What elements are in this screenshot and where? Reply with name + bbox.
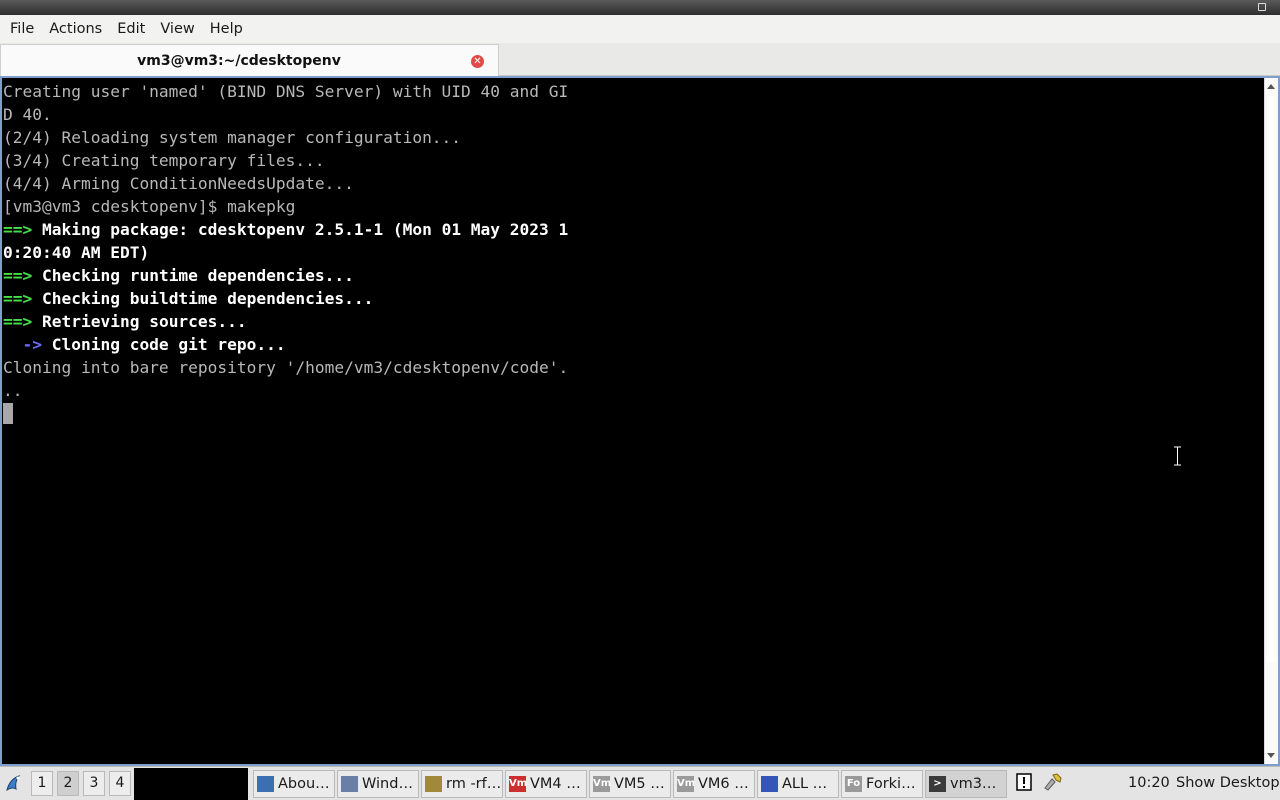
terminal-output: Creating user 'named' (BIND DNS Server) …: [3, 80, 1265, 425]
terminal-cursor-line: [3, 402, 1265, 425]
network-icon: [761, 776, 778, 792]
terminal-text: (2/4) Reloading system manager configura…: [3, 128, 462, 147]
workspace-3[interactable]: 3: [83, 771, 105, 796]
terminal-text: Making package: cdesktopenv 2.5.1-1 (Mon…: [32, 220, 569, 239]
terminal-line: 0:20:40 AM EDT): [3, 241, 1265, 264]
text-cursor-icon: [1174, 446, 1181, 466]
terminal-line: -> Cloning code git repo...: [3, 333, 1265, 356]
taskbar-task-label: VM6 …: [698, 776, 749, 792]
taskbar-task-label: ALL …: [782, 776, 828, 792]
terminal-line: ==> Making package: cdesktopenv 2.5.1-1 …: [3, 218, 1265, 241]
close-icon[interactable]: ✕: [471, 55, 484, 68]
terminal-line: ==> Checking runtime dependencies...: [3, 264, 1265, 287]
clock[interactable]: 10:20: [1128, 767, 1170, 799]
terminal-line: (4/4) Arming ConditionNeedsUpdate...: [3, 172, 1265, 195]
taskbar-task-label: rm -rf…: [446, 776, 502, 792]
terminal-line: [vm3@vm3 cdesktopenv]$ makepkg: [3, 195, 1265, 218]
taskbar-task-button[interactable]: Vm VM5 …: [589, 770, 671, 798]
taskbar-task-label: Abou…: [278, 776, 330, 792]
window-icon: [341, 776, 358, 792]
taskbar-task-label: Wind…: [362, 776, 413, 792]
taskbar-task-button[interactable]: Vm VM6 …: [673, 770, 755, 798]
notification-icon[interactable]: [1015, 771, 1033, 793]
vm-icon: Vm: [677, 776, 695, 792]
bird-icon: [257, 776, 274, 792]
terminal-text: 0:20:40 AM EDT): [3, 243, 150, 262]
workspace-2[interactable]: 2: [57, 771, 79, 796]
terminal-arrow: ==>: [3, 312, 33, 331]
terminal-text: Cloning code git repo...: [41, 335, 286, 354]
workspace-4[interactable]: 4: [109, 771, 131, 796]
terminal-line: (3/4) Creating temporary files...: [3, 149, 1265, 172]
tab-terminal[interactable]: vm3@vm3:~/cdesktopenv ✕: [0, 44, 499, 76]
terminal-icon: >: [929, 776, 946, 792]
tab-title: vm3@vm3:~/cdesktopenv: [137, 53, 341, 69]
window-top-strip: [0, 0, 1280, 15]
terminal-arrow: ==>: [3, 266, 33, 285]
tab-bar: vm3@vm3:~/cdesktopenv ✕: [0, 43, 1280, 76]
terminal-line: ==> Retrieving sources...: [3, 310, 1265, 333]
taskbar-task-button[interactable]: ALL …: [757, 770, 839, 798]
workspace-pager-preview[interactable]: [134, 768, 248, 800]
terminal-arrow: ->: [3, 335, 42, 354]
terminal-text: Checking buildtime dependencies...: [32, 289, 374, 308]
terminal-line: (2/4) Reloading system manager configura…: [3, 126, 1265, 149]
taskbar-task-button[interactable]: Vm VM4 …: [505, 770, 587, 798]
taskbar-task-button[interactable]: Wind…: [337, 770, 419, 798]
menu-edit[interactable]: Edit: [112, 15, 150, 43]
menubar: File Actions Edit View Help: [0, 15, 1280, 43]
taskbar-task-label: VM4 …: [530, 776, 581, 792]
fo-icon: Fo: [845, 776, 862, 792]
terminal-text: Cloning into bare repository '/home/vm3/…: [3, 358, 569, 377]
workspace-1[interactable]: 1: [31, 771, 53, 796]
vm-icon: Vm: [509, 776, 527, 792]
scroll-thumb[interactable]: [1267, 96, 1275, 662]
terminal-scrollbar[interactable]: [1264, 78, 1278, 764]
menu-view[interactable]: View: [155, 15, 199, 43]
taskbar-task-label: Forki…: [866, 776, 916, 792]
terminal-text: ..: [3, 381, 23, 400]
terminal-line: Cloning into bare repository '/home/vm3/…: [3, 356, 1265, 379]
app-menu-icon[interactable]: [3, 772, 25, 794]
terminal-line: D 40.: [3, 103, 1265, 126]
terminal-text: Retrieving sources...: [32, 312, 247, 331]
terminal-line: ..: [3, 379, 1265, 402]
taskbar-task-button[interactable]: Fo Forki…: [841, 770, 923, 798]
terminal-text: [vm3@vm3 cdesktopenv]$ makepkg: [3, 197, 296, 216]
terminal-text: D 40.: [3, 105, 52, 124]
terminal-line: ==> Checking buildtime dependencies...: [3, 287, 1265, 310]
terminal-text: Checking runtime dependencies...: [32, 266, 354, 285]
update-tool-icon[interactable]: [1042, 771, 1064, 793]
terminal-text: Creating user 'named' (BIND DNS Server) …: [3, 82, 569, 101]
menu-actions[interactable]: Actions: [44, 15, 107, 43]
terminal-arrow: ==>: [3, 220, 33, 239]
scroll-up-icon[interactable]: [1267, 84, 1275, 89]
terminal-view[interactable]: Creating user 'named' (BIND DNS Server) …: [0, 76, 1280, 766]
menu-help[interactable]: Help: [205, 15, 248, 43]
taskbar-task-button[interactable]: rm -rf…: [421, 770, 503, 798]
taskbar-task-label: VM5 …: [614, 776, 665, 792]
show-desktop-button[interactable]: Show Desktop: [1176, 767, 1280, 799]
terminal-line: Creating user 'named' (BIND DNS Server) …: [3, 80, 1265, 103]
menu-file[interactable]: File: [5, 15, 39, 43]
taskbar-task-button[interactable]: Abou…: [253, 770, 335, 798]
scroll-down-icon[interactable]: [1267, 753, 1275, 758]
taskbar-task-label: vm3…: [950, 776, 997, 792]
taskbar: 1 2 3 4 Abou… Wind… rm -rf… Vm VM4 … Vm VM5 … V…: [0, 766, 1280, 800]
terminal-cursor: [3, 403, 13, 424]
restore-icon[interactable]: [1258, 3, 1266, 11]
terminal-arrow: ==>: [3, 289, 33, 308]
terminal-text: (4/4) Arming ConditionNeedsUpdate...: [3, 174, 354, 193]
vm-icon: Vm: [593, 776, 611, 792]
taskbar-task-button[interactable]: > vm3…: [925, 770, 1007, 798]
tool-icon: [425, 776, 442, 792]
terminal-text: (3/4) Creating temporary files...: [3, 151, 325, 170]
